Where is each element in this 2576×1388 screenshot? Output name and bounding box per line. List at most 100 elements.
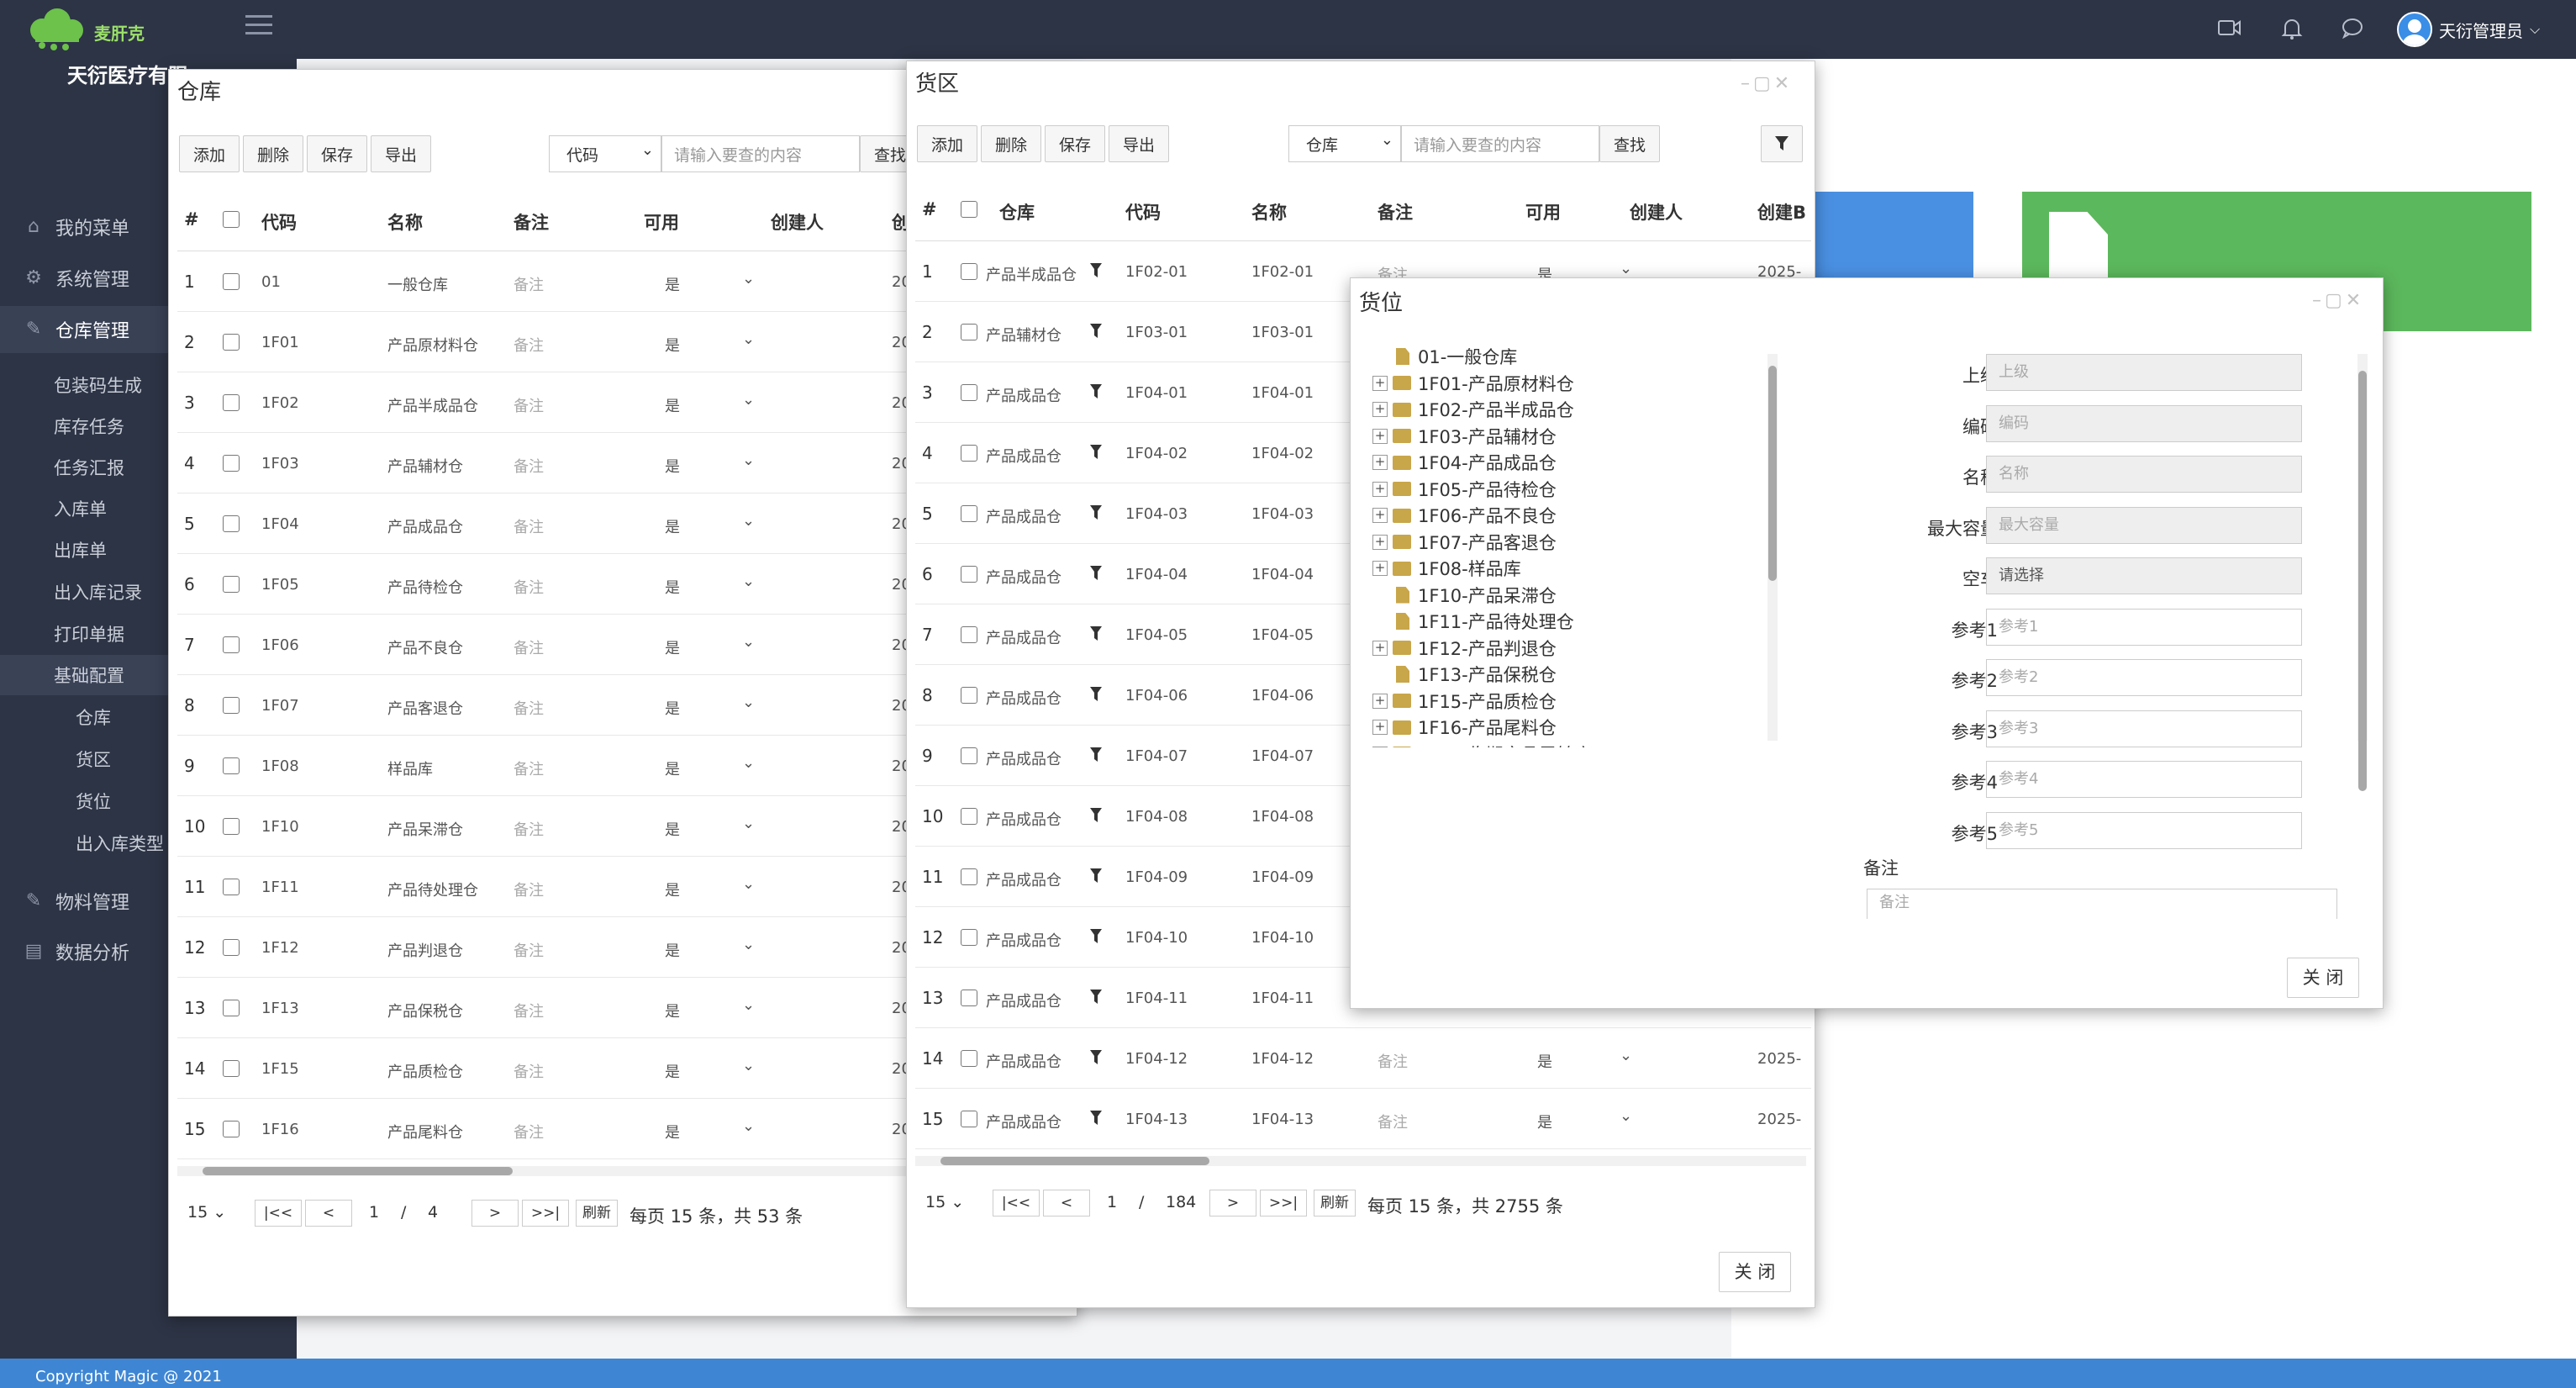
tree-node[interactable]: +1F15-产品质检仓 [1372, 689, 1557, 714]
filter-icon[interactable] [1090, 1050, 1102, 1069]
horizontal-scrollbar[interactable] [915, 1156, 1806, 1166]
chevron-down-icon[interactable]: ⌄ [742, 694, 755, 711]
add-button[interactable]: 添加 [179, 135, 240, 172]
row-checkbox[interactable] [961, 990, 977, 1006]
field-input[interactable]: 编码 [1986, 404, 2302, 442]
row-checkbox[interactable] [223, 1060, 240, 1077]
row-checkbox[interactable] [961, 747, 977, 764]
row-checkbox[interactable] [223, 455, 240, 472]
chevron-down-icon[interactable]: ⌄ [742, 330, 755, 348]
bell-icon[interactable] [2278, 17, 2306, 42]
chevron-down-icon[interactable]: ⌄ [1620, 1107, 1632, 1125]
column-header[interactable]: 备注 [514, 209, 549, 235]
row-checkbox[interactable] [223, 939, 240, 956]
delete-button[interactable]: 删除 [243, 135, 303, 172]
row-checkbox[interactable] [223, 394, 240, 411]
expand-toggle-icon[interactable]: + [1372, 375, 1388, 391]
refresh-button[interactable]: 刷新 [1314, 1190, 1356, 1216]
row-checkbox[interactable] [223, 576, 240, 593]
chevron-down-icon[interactable]: ⌄ [742, 512, 755, 530]
expand-toggle-icon[interactable]: + [1372, 428, 1388, 444]
row-checkbox[interactable] [961, 505, 977, 522]
row-checkbox[interactable] [961, 929, 977, 946]
row-checkbox[interactable] [961, 808, 977, 825]
user-menu[interactable]: 天衍管理员 ⌵ [2397, 10, 2540, 49]
filter-icon[interactable] [1090, 868, 1102, 888]
row-checkbox[interactable] [223, 1121, 240, 1137]
field-input[interactable]: 参考4 [1986, 761, 2302, 798]
window-controls[interactable]: –▢✕ [2312, 290, 2364, 311]
expand-toggle-icon[interactable]: + [1372, 746, 1388, 747]
field-input[interactable]: 参考1 [1986, 608, 2302, 646]
filter-icon[interactable] [1761, 125, 1803, 162]
search-input[interactable]: 请输入要查的内容 [661, 135, 860, 172]
note-textarea[interactable]: 备注 [1867, 889, 2337, 919]
tree-node[interactable]: 1F13-产品保税仓 [1372, 662, 1557, 687]
row-checkbox[interactable] [223, 757, 240, 774]
column-header[interactable]: 名称 [1251, 199, 1287, 224]
chevron-down-icon[interactable]: ⌄ [742, 573, 755, 590]
tree-node[interactable]: +1F02-产品半成品仓 [1372, 397, 1574, 422]
row-checkbox[interactable] [961, 445, 977, 462]
chevron-down-icon[interactable]: ⌄ [1620, 1047, 1632, 1064]
field-input[interactable]: 参考2 [1986, 659, 2302, 696]
filter-icon[interactable] [1090, 808, 1102, 827]
expand-toggle-icon[interactable]: + [1372, 481, 1388, 497]
delete-button[interactable]: 删除 [981, 125, 1041, 162]
close-button[interactable]: 关 闭 [2287, 958, 2359, 998]
page-size-select[interactable]: 15 ⌄ [187, 1203, 226, 1222]
expand-toggle-icon[interactable]: + [1372, 561, 1388, 576]
column-header[interactable]: 代码 [1125, 199, 1161, 224]
tree-node[interactable]: +1F08-样品库 [1372, 556, 1521, 581]
row-checkbox[interactable] [223, 334, 240, 351]
filter-icon[interactable] [1090, 445, 1102, 464]
table-row[interactable]: 14 产品成品仓 1F04-12 1F04-12 备注 是 ⌄ 2025- [915, 1028, 1811, 1089]
export-button[interactable]: 导出 [1109, 125, 1169, 162]
expand-toggle-icon[interactable]: + [1372, 720, 1388, 735]
row-checkbox[interactable] [223, 697, 240, 714]
filter-icon[interactable] [1090, 324, 1102, 343]
export-button[interactable]: 导出 [371, 135, 431, 172]
row-checkbox[interactable] [223, 879, 240, 895]
search-input[interactable]: 请输入要查的内容 [1401, 125, 1599, 162]
form-vertical-scrollbar[interactable] [2357, 354, 2368, 791]
tree-node[interactable]: +1F05-产品待检仓 [1372, 477, 1557, 502]
table-row[interactable]: 15 产品成品仓 1F04-13 1F04-13 备注 是 ⌄ 2025- [915, 1089, 1811, 1149]
column-header[interactable]: 可用 [644, 209, 679, 235]
video-icon[interactable] [2215, 17, 2244, 42]
row-checkbox[interactable] [961, 1050, 977, 1067]
last-page-button[interactable]: >>| [522, 1200, 569, 1227]
column-header[interactable]: 名称 [387, 209, 423, 235]
filter-icon[interactable] [1090, 626, 1102, 646]
tree-node[interactable]: 1F11-产品待处理仓 [1372, 609, 1574, 634]
expand-toggle-icon[interactable]: + [1372, 693, 1388, 709]
tree-node[interactable]: +1F07-产品客退仓 [1372, 530, 1557, 555]
page-size-select[interactable]: 15 ⌄ [925, 1193, 964, 1211]
chevron-down-icon[interactable]: ⌄ [1620, 260, 1632, 277]
last-page-button[interactable]: >>| [1260, 1190, 1307, 1216]
expand-toggle-icon[interactable]: + [1372, 455, 1388, 470]
column-header[interactable]: 创建人 [771, 209, 824, 235]
chat-icon[interactable] [2338, 17, 2367, 42]
tree-node[interactable]: 01-一般仓库 [1372, 344, 1517, 369]
tree-node[interactable]: 1F10-产品呆滞仓 [1372, 583, 1557, 608]
row-checkbox[interactable] [961, 868, 977, 885]
field-input[interactable]: 参考5 [1986, 811, 2302, 849]
search-button[interactable]: 查找 [1599, 125, 1660, 162]
field-input[interactable]: 名称 [1986, 456, 2302, 493]
field-input[interactable]: 上级 [1986, 354, 2302, 391]
field-input[interactable]: 参考3 [1986, 710, 2302, 747]
column-header[interactable]: 创建B [1757, 199, 1806, 224]
current-page[interactable]: 1 [1107, 1193, 1117, 1211]
filter-icon[interactable] [1090, 505, 1102, 525]
search-field-select[interactable]: 代码 [549, 135, 661, 172]
expand-toggle-icon[interactable]: + [1372, 534, 1388, 550]
first-page-button[interactable]: |<< [255, 1200, 302, 1227]
row-checkbox[interactable] [961, 263, 977, 280]
column-header[interactable]: 仓库 [999, 199, 1035, 224]
filter-icon[interactable] [1090, 747, 1102, 767]
field-input[interactable]: 请选择 [1986, 557, 2302, 594]
expand-toggle-icon[interactable]: + [1372, 640, 1388, 656]
filter-icon[interactable] [1090, 687, 1102, 706]
row-checkbox[interactable] [223, 818, 240, 835]
